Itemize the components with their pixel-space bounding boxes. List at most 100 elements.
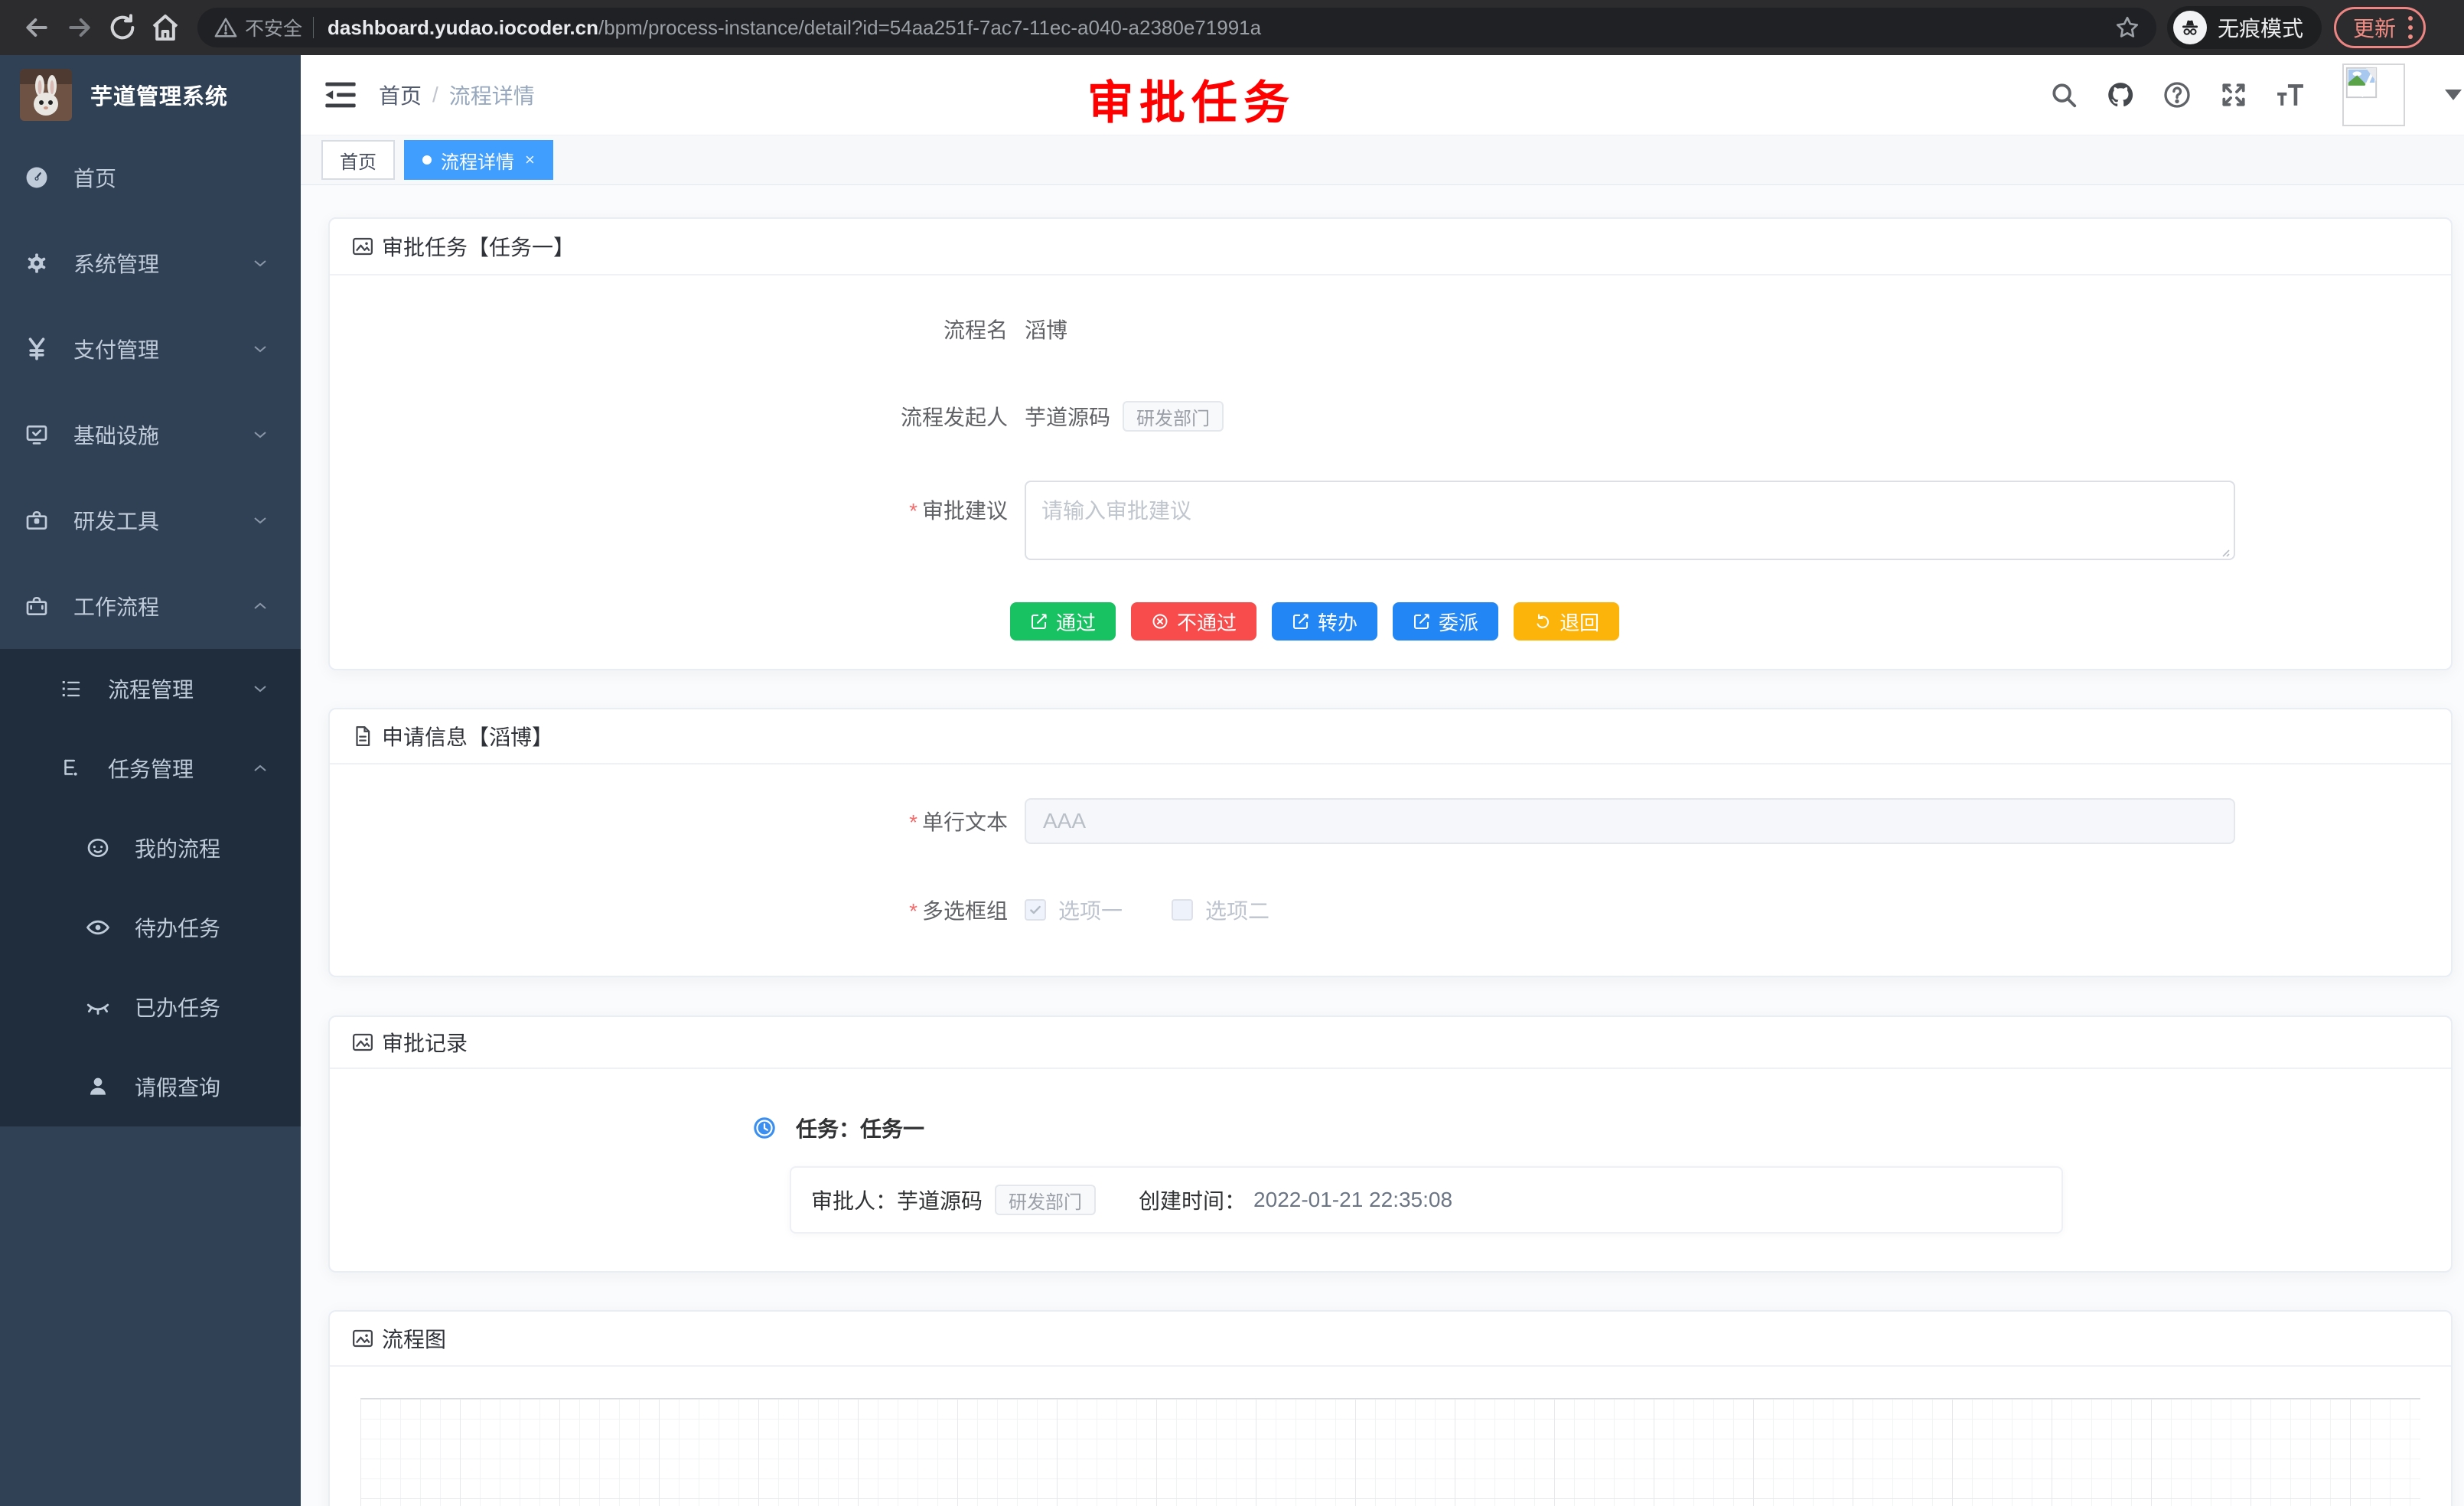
eye-icon [84,914,112,940]
chevron-down-icon [253,683,267,695]
process-name-row: 流程名 滔博 [360,308,2420,350]
tab-home[interactable]: 首页 [321,140,395,180]
checkbox-unchecked-icon [1172,899,1193,921]
dashboard-icon [23,165,51,191]
chevron-down-icon [253,429,267,441]
required-asterisk: * [909,810,917,834]
sidebar-item-system[interactable]: 系统管理 [0,220,301,306]
sidebar-item-my-process[interactable]: 我的流程 [0,808,301,888]
broken-image-icon [2344,65,2379,100]
breadcrumb: 首页 / 流程详情 [379,80,535,110]
starter-value: 芋道源码 研发部门 [1025,401,1224,432]
sidebar-item-devtools[interactable]: 研发工具 [0,478,301,563]
browser-toolbar: 不安全 dashboard.yudao.iocoder.cn/bpm/proce… [0,0,2464,55]
card-title: 审批任务【任务一】 [382,231,575,262]
app-title: 芋道管理系统 [90,79,228,111]
person-icon [84,1074,112,1099]
single-text-row: *单行文本 AAA [360,798,2420,844]
yen-icon [23,336,51,362]
undo-icon [1533,612,1552,631]
dept-tag: 研发部门 [1123,401,1224,432]
picture-icon [351,235,374,258]
annotation-title: 审批任务 [1087,66,1296,132]
sidebar-item-process-mgmt[interactable]: 流程管理 [0,649,301,729]
font-size-icon[interactable] [2275,80,2306,110]
url-bar[interactable]: 不安全 dashboard.yudao.iocoder.cn/bpm/proce… [197,8,2156,47]
circle-x-icon [1151,612,1169,631]
forward-icon[interactable] [58,6,101,49]
update-label: 更新 [2353,12,2396,43]
warning-icon [214,16,237,39]
edit-icon [1413,612,1431,631]
document-icon [351,725,374,748]
incognito-label: 无痕模式 [2218,12,2303,43]
suggest-textarea[interactable] [1025,481,2235,560]
sidebar-item-todo-tasks[interactable]: 待办任务 [0,888,301,967]
toolbox-icon [23,508,51,533]
chevron-up-icon [253,600,267,612]
eye-closed-icon [84,994,112,1020]
dept-tag: 研发部门 [995,1185,1096,1215]
clock-icon [753,1116,776,1139]
back-icon[interactable] [15,6,58,49]
reload-icon[interactable] [101,6,144,49]
breadcrumb-home[interactable]: 首页 [379,80,422,110]
github-icon[interactable] [2105,80,2136,110]
update-menu-button[interactable]: 更新 [2334,7,2426,48]
created-time: 2022-01-21 22:35:08 [1253,1188,1452,1212]
breadcrumb-current: 流程详情 [449,80,535,110]
content-area: 审批任务【任务一】 流程名 滔博 流程发起人 芋道源码 研发部门 [301,185,2464,1506]
kebab-menu-icon [2408,16,2413,39]
picture-icon [351,1031,374,1054]
hamburger-icon[interactable] [325,81,356,109]
avatar[interactable] [2342,64,2405,126]
process-diagram-card: 流程图 [328,1310,2453,1506]
bpmn-canvas-grid[interactable] [360,1398,2420,1506]
required-asterisk: * [909,499,917,523]
approve-button[interactable]: 通过 [1010,602,1116,641]
sidebar-item-leave-query[interactable]: 请假查询 [0,1047,301,1126]
sidebar-item-home[interactable]: 首页 [0,135,301,220]
chevron-down-icon [253,343,267,355]
delegate-button[interactable]: 委派 [1393,602,1498,641]
sidebar-item-workflow[interactable]: 工作流程 [0,563,301,649]
incognito-icon [2173,11,2207,44]
sidebar-item-done-tasks[interactable]: 已办任务 [0,967,301,1047]
chevron-down-icon [253,514,267,526]
tab-process-detail[interactable]: 流程详情 × [404,140,553,180]
bookmark-star-icon[interactable] [2114,14,2141,41]
process-name-value: 滔博 [1025,314,1067,344]
sidebar-item-payment[interactable]: 支付管理 [0,306,301,392]
tree-icon [57,757,85,780]
timeline-task-row: 任务：任务一 [753,1107,2420,1149]
app-logo [20,69,72,121]
transfer-button[interactable]: 转办 [1272,602,1377,641]
process-diagram-card-header: 流程图 [330,1312,2451,1367]
apply-info-card-header: 申请信息【滔博】 [330,709,2451,764]
approval-record-card-header: 审批记录 [330,1017,2451,1069]
page-header: 首页 / 流程详情 审批任务 [301,55,2464,135]
sidebar: 芋道管理系统 首页 系统管理 支付管理 [0,55,301,1506]
resize-handle[interactable] [2218,546,2231,558]
help-icon[interactable] [2162,80,2192,110]
list-icon [57,677,85,700]
required-asterisk: * [909,899,917,923]
suggest-row: *审批建议 [360,481,2420,564]
sidebar-item-task-mgmt[interactable]: 任务管理 [0,729,301,808]
card-title: 流程图 [382,1323,446,1354]
fullscreen-icon[interactable] [2218,80,2249,110]
close-icon[interactable]: × [525,150,535,170]
card-title: 申请信息【滔博】 [382,721,553,751]
active-dot [422,155,432,165]
reject-button[interactable]: 不通过 [1131,602,1256,641]
home-icon[interactable] [144,6,187,49]
chevron-up-icon [253,762,267,774]
edit-icon [1292,612,1310,631]
search-icon[interactable] [2048,80,2079,110]
tabs-bar: 首页 流程详情 × [301,135,2464,185]
chevron-down-icon[interactable] [2445,90,2462,100]
return-button[interactable]: 退回 [1514,602,1619,641]
apply-info-card: 申请信息【滔博】 *单行文本 AAA *多选框组 选项一 [328,708,2453,977]
gear-icon [23,251,51,275]
sidebar-item-infra[interactable]: 基础设施 [0,392,301,478]
